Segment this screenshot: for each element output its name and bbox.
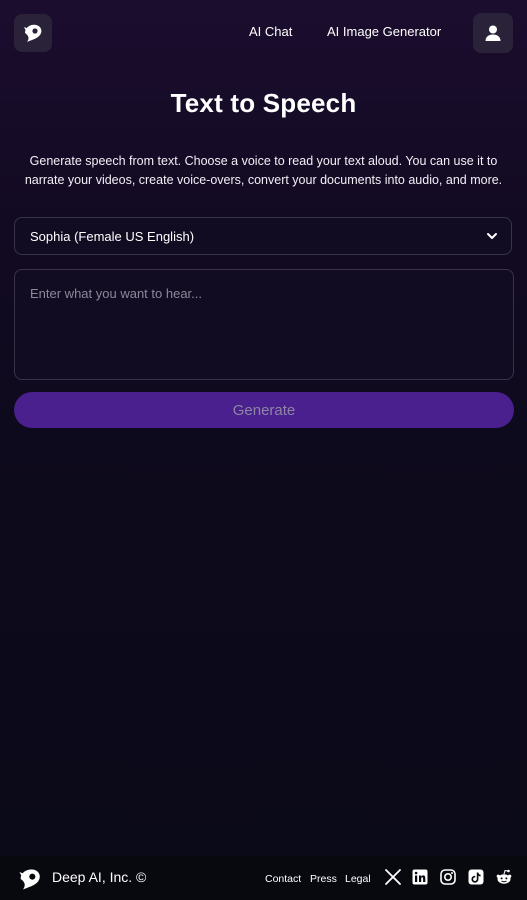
footer-link-legal[interactable]: Legal [345,873,371,885]
page-description: Generate speech from text. Choose a voic… [24,154,503,187]
reddit-icon[interactable] [494,867,514,887]
deepai-logo-icon [24,24,42,42]
footer: Deep AI, Inc. © Contact Press Legal [0,856,527,900]
linkedin-icon[interactable] [410,867,430,887]
nav-ai-chat[interactable]: AI Chat [249,24,292,39]
voice-select[interactable]: Sophia (Female US English) [14,217,512,255]
chevron-down-icon [487,233,497,239]
user-icon [485,25,501,41]
voice-select-value: Sophia (Female US English) [30,228,195,244]
page-title: Text to Speech [170,88,357,118]
deepai-logo-icon [19,869,40,890]
footer-link-contact[interactable]: Contact [265,873,301,885]
instagram-icon[interactable] [438,867,458,887]
company-name: Deep AI, Inc. © [52,869,147,885]
logo-button[interactable] [14,14,52,52]
header: AI Chat AI Image Generator [0,0,527,64]
generate-button[interactable]: Generate [14,392,514,428]
x-icon[interactable] [383,867,403,887]
text-input[interactable] [14,269,514,380]
user-button[interactable] [473,13,513,53]
footer-logo[interactable] [15,864,45,894]
tiktok-icon[interactable] [466,867,486,887]
nav-ai-image-generator[interactable]: AI Image Generator [327,24,441,39]
footer-link-press[interactable]: Press [310,873,337,885]
